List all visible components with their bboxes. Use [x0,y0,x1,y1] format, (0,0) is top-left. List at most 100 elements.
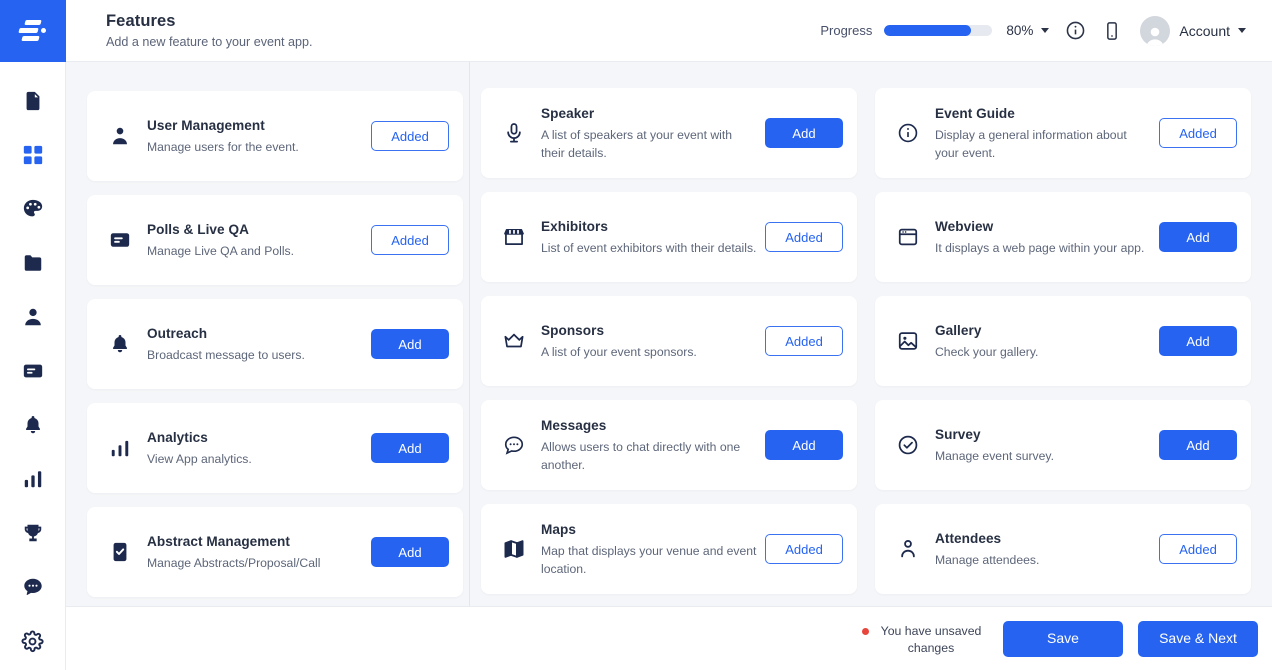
feature-title: Messages [541,418,607,433]
sidebar-item-settings[interactable] [0,614,66,668]
feature-title: Survey [935,427,981,442]
page-title-block: Features Add a new feature to your event… [106,11,313,51]
column-3: Event Guide Display a general information… [866,62,1260,606]
avatar[interactable] [1140,15,1171,46]
person-icon [891,538,925,560]
gear-icon [21,630,44,653]
features-grid: User Management Manage users for the even… [66,62,1272,606]
account-chevron-down-icon[interactable] [1238,28,1246,33]
bar-chart-icon [22,468,44,490]
sidebar-item-people[interactable] [0,290,66,344]
feature-card-text: Speaker A list of speakers at your event … [531,104,765,162]
feature-added-button[interactable]: Added [371,225,449,255]
grid-apps-icon [22,144,44,166]
header-actions: Progress 80% Account [820,15,1246,46]
feature-card: Polls & Live QA Manage Live QA and Polls.… [87,195,463,285]
sidebar-item-content[interactable] [0,344,66,398]
feature-card-text: Exhibitors List of event exhibitors with … [531,217,765,257]
feature-description: A list of your event sponsors. [541,345,697,359]
feature-card-text: Webview It displays a web page within you… [925,217,1159,257]
feature-description: Manage Abstracts/Proposal/Call [147,556,321,570]
bell-icon [22,414,44,436]
sidebar-item-files[interactable] [0,236,66,290]
feature-description: Manage attendees. [935,553,1040,567]
sidebar-item-analytics[interactable] [0,452,66,506]
feature-description: It displays a web page within your app. [935,241,1145,255]
feature-card: Event Guide Display a general information… [875,88,1251,178]
save-button[interactable]: Save [1003,620,1123,657]
feature-title: User Management [147,118,265,133]
feature-description: Map that displays your venue and event l… [541,544,757,576]
user-icon [22,306,44,328]
feature-card-text: Abstract Management Manage Abstracts/Prop… [137,532,371,572]
column-1: User Management Manage users for the even… [78,62,472,606]
feature-card-text: Analytics View App analytics. [137,428,371,468]
feature-add-button[interactable]: Add [765,118,843,148]
feature-added-button[interactable]: Added [765,222,843,252]
sidebar-item-gamification[interactable] [0,506,66,560]
feature-add-button[interactable]: Add [1159,326,1237,356]
account-label[interactable]: Account [1179,23,1230,39]
crown-icon [497,330,531,352]
sidebar-nav [0,62,65,668]
info-circle-icon [891,122,925,144]
bar-chart-icon [103,437,137,459]
unsaved-changes-notice: You have unsaved changes [862,621,988,657]
feature-title: Event Guide [935,106,1015,121]
store-icon [497,226,531,248]
image-icon [891,330,925,352]
feature-card: Speaker A list of speakers at your event … [481,88,857,178]
feature-title: Outreach [147,326,208,341]
chevron-down-icon[interactable] [1041,28,1050,33]
feature-card-text: Maps Map that displays your venue and eve… [531,520,765,578]
feature-description: Display a general information about your… [935,128,1127,160]
feature-added-button[interactable]: Added [1159,118,1237,148]
footer-action-bar: You have unsaved changes Save Save & Nex… [66,606,1272,670]
sidebar-item-features[interactable] [0,128,66,182]
feature-added-button[interactable]: Added [765,534,843,564]
feature-added-button[interactable]: Added [371,121,449,151]
feature-description: A list of speakers at your event with th… [541,128,733,160]
progress-bar [884,25,993,36]
feature-add-button[interactable]: Add [765,430,843,460]
feature-added-button[interactable]: Added [765,326,843,356]
feature-add-button[interactable]: Add [1159,430,1237,460]
feature-description: Allows users to chat directly with one a… [541,440,741,472]
feature-card-text: Outreach Broadcast message to users. [137,324,371,364]
feature-card: Webview It displays a web page within you… [875,192,1251,282]
feature-add-button[interactable]: Add [371,329,449,359]
avatar-icon [1147,27,1164,46]
feature-title: Analytics [147,430,208,445]
palette-icon [22,198,44,220]
feature-add-button[interactable]: Add [371,433,449,463]
sidebar-item-design[interactable] [0,182,66,236]
check-circle-icon [891,434,925,456]
info-circle-icon[interactable] [1065,20,1086,41]
progress-label: Progress [820,23,873,38]
feature-card: Outreach Broadcast message to users. Add [87,299,463,389]
feature-add-button[interactable]: Add [1159,222,1237,252]
feature-title: Exhibitors [541,219,608,234]
feature-description: Check your gallery. [935,345,1039,359]
feature-add-button[interactable]: Add [371,537,449,567]
sidebar-item-notifications[interactable] [0,398,66,452]
feature-card: Maps Map that displays your venue and eve… [481,504,857,594]
sidebar-item-documents[interactable] [0,74,66,128]
progress-bar-fill [884,25,971,36]
feature-title: Sponsors [541,323,605,338]
feature-added-button[interactable]: Added [1159,534,1237,564]
feature-description: Broadcast message to users. [147,348,305,362]
app-logo[interactable] [0,0,66,62]
user-icon [103,125,137,147]
feature-card-text: Sponsors A list of your event sponsors. [531,321,765,361]
card-icon [22,360,44,382]
sidebar-item-messages[interactable] [0,560,66,614]
save-and-next-button[interactable]: Save & Next [1138,620,1258,657]
mobile-preview-icon[interactable] [1102,21,1122,41]
feature-card: Gallery Check your gallery. Add [875,296,1251,386]
feature-card: Analytics View App analytics. Add [87,403,463,493]
feature-card-text: User Management Manage users for the even… [137,116,371,156]
feature-card: User Management Manage users for the even… [87,91,463,181]
poll-icon [103,229,137,251]
microphone-icon [497,122,531,144]
